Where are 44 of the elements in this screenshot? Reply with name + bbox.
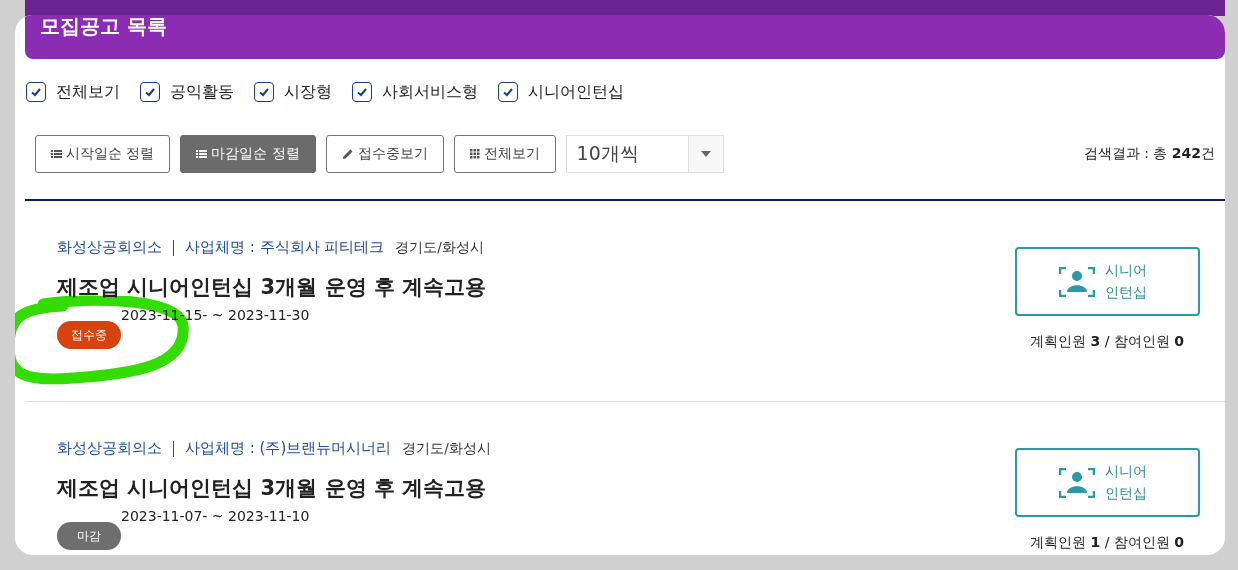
filter-checkbox[interactable]: 시니어인턴십 — [498, 81, 624, 103]
page-size-dropdown[interactable]: 10개씩 — [565, 135, 724, 173]
grid-icon — [469, 149, 480, 159]
list-icon — [196, 149, 208, 159]
check-icon — [258, 86, 270, 98]
sort-button[interactable]: 마감일순 정렬 — [180, 135, 316, 173]
sort-button[interactable]: 전체보기 — [453, 135, 556, 173]
check-icon — [30, 86, 42, 98]
check-icon — [502, 86, 514, 98]
check-icon — [144, 86, 156, 98]
caret-icon — [700, 151, 711, 157]
checkbox[interactable] — [498, 82, 518, 102]
filter-checkbox[interactable]: 전체보기 — [26, 81, 120, 103]
period-text: 2023-11-07- ~ 2023-11-10 — [121, 508, 310, 524]
status-badge: 접수중 — [57, 321, 121, 349]
posting-title[interactable]: 제조업 시니어인턴십 3개월 운영 후 계속고용 — [57, 273, 487, 301]
organization-link[interactable]: 화성상공회의소 — [57, 238, 162, 257]
person-scan-icon — [1059, 467, 1095, 498]
program-type-button[interactable]: 시니어 인턴십 — [1014, 247, 1200, 316]
checkbox[interactable] — [26, 82, 46, 102]
filter-checkbox[interactable]: 시장형 — [254, 81, 332, 103]
headcount-text: 계획인원 3 / 참여인원 0 — [1030, 333, 1184, 351]
list-icon — [51, 149, 62, 159]
filter-checkbox[interactable]: 사회서비스형 — [352, 81, 478, 103]
headcount-text: 계획인원 1 / 참여인원 0 — [1030, 534, 1184, 552]
sort-button[interactable]: 접수중보기 — [325, 135, 444, 173]
filter-checkbox[interactable]: 공익활동 — [140, 81, 234, 103]
region-text: 경기도/화성시 — [395, 238, 484, 257]
region-text: 경기도/화성시 — [402, 439, 491, 458]
sort-button[interactable]: 시작일순 정렬 — [35, 135, 171, 173]
person-scan-icon — [1059, 266, 1095, 297]
status-badge: 마감 — [57, 522, 121, 550]
checkbox[interactable] — [352, 82, 372, 102]
page-title: 모집공고 목록 — [40, 15, 167, 40]
company-link[interactable]: 사업체명 : 주식회사 피티테크 — [185, 238, 385, 257]
company-link[interactable]: 사업체명 : (주)브랜뉴머시너리 — [185, 439, 392, 458]
pencil-icon — [341, 148, 354, 160]
organization-link[interactable]: 화성상공회의소 — [57, 439, 162, 458]
checkbox[interactable] — [254, 82, 274, 102]
posting-title[interactable]: 제조업 시니어인턴십 3개월 운영 후 계속고용 — [57, 474, 491, 502]
checkbox[interactable] — [140, 82, 160, 102]
program-type-button[interactable]: 시니어 인턴십 — [1014, 448, 1200, 517]
check-icon — [356, 86, 368, 98]
result-count: 검색결과 : 총 242건 — [1083, 145, 1215, 163]
